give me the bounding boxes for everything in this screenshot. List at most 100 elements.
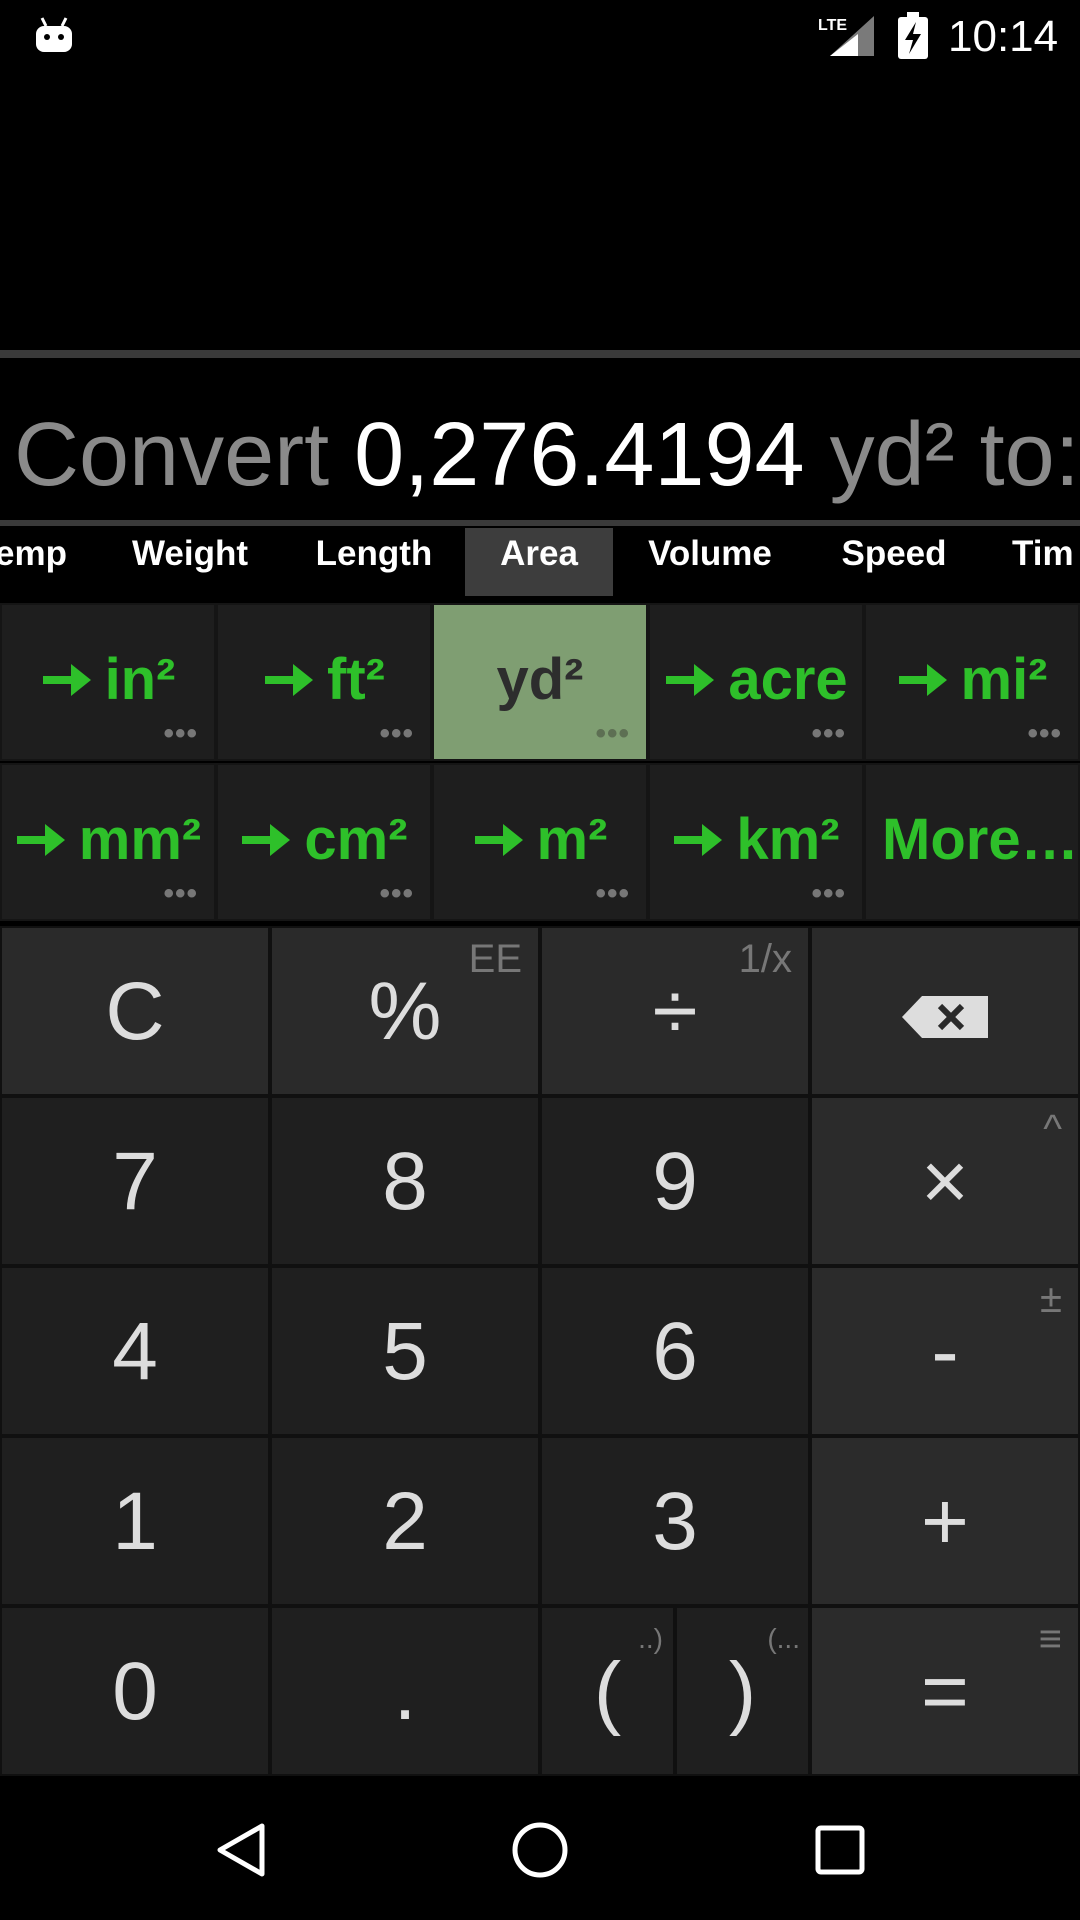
convert-value: 0,276.4194 [354, 405, 805, 505]
more-dots-icon: ••• [163, 717, 198, 750]
unit-button-m2[interactable]: m² ••• [432, 763, 648, 921]
tab-temp[interactable]: emp [0, 528, 76, 596]
minus-label: - [931, 1306, 959, 1397]
unit-label: acre [728, 647, 848, 712]
more-dots-icon: ••• [811, 717, 846, 750]
digit-3-button[interactable]: 3 [540, 1436, 810, 1606]
digit-7-button[interactable]: 7 [0, 1096, 270, 1266]
unit-label: More… [882, 807, 1079, 872]
reciprocal-alt-label: 1/x [738, 937, 792, 981]
display-divider [0, 350, 1080, 358]
arrow-right-icon [242, 823, 291, 856]
convert-prefix: Convert [14, 405, 330, 505]
divide-label: ÷ [652, 966, 698, 1057]
tab-area[interactable]: Area [465, 528, 613, 596]
unit-button-mi2[interactable]: mi² ••• [864, 603, 1080, 761]
history-menu-icon: ≡ [1038, 1617, 1062, 1661]
more-dots-icon: ••• [811, 877, 846, 910]
unit-grid: in² ••• ft² ••• yd² ••• acre ••• mi² •••… [0, 603, 1080, 923]
convert-unit: yd² [829, 405, 955, 505]
digit-5-button[interactable]: 5 [270, 1266, 540, 1436]
digit-8-button[interactable]: 8 [270, 1096, 540, 1266]
more-dots-icon: ••• [379, 717, 414, 750]
unit-button-ft2[interactable]: ft² ••• [216, 603, 432, 761]
more-dots-icon: ••• [595, 877, 630, 910]
digit-4-button[interactable]: 4 [0, 1266, 270, 1436]
backspace-button[interactable] [810, 926, 1080, 1096]
unit-label: yd² [496, 647, 584, 712]
more-dots-icon: ••• [379, 877, 414, 910]
more-dots-icon: ••• [595, 717, 630, 750]
clear-button[interactable]: C [0, 926, 270, 1096]
arrow-right-icon [265, 663, 314, 696]
android-notification-icon [36, 17, 72, 52]
arrow-right-icon [674, 823, 723, 856]
digit-2-button[interactable]: 2 [270, 1436, 540, 1606]
tab-length[interactable]: Length [294, 528, 454, 596]
plus-button[interactable]: + [810, 1436, 1080, 1606]
unit-button-acre[interactable]: acre ••• [648, 603, 864, 761]
unit-button-more[interactable]: More… [864, 763, 1080, 921]
digit-0-button[interactable]: 0 [0, 1606, 270, 1776]
power-alt-label: ^ [1043, 1107, 1062, 1151]
unit-button-km2[interactable]: km² ••• [648, 763, 864, 921]
arrow-right-icon [898, 663, 947, 696]
unit-label: m² [536, 807, 608, 872]
backspace-icon [902, 996, 988, 1039]
decimal-point-button[interactable]: . [270, 1606, 540, 1776]
open-paren-alt-label: ..) [638, 1623, 663, 1654]
divide-button[interactable]: ÷ 1/x [540, 926, 810, 1096]
recents-icon[interactable] [810, 1820, 870, 1880]
unit-label: cm² [304, 807, 408, 872]
percent-label: % [368, 966, 442, 1057]
arrow-right-icon [42, 663, 91, 696]
tab-volume[interactable]: Volume [630, 528, 790, 596]
status-bar: LTE 10:14 [0, 0, 1080, 72]
plus-minus-alt-label: ± [1040, 1277, 1062, 1321]
digit-9-button[interactable]: 9 [540, 1096, 810, 1266]
unit-label: km² [736, 807, 840, 872]
more-dots-icon: ••• [1027, 717, 1062, 750]
clock: 10:14 [948, 12, 1059, 61]
unit-button-yd2[interactable]: yd² ••• [432, 603, 648, 761]
equals-label: = [921, 1646, 969, 1737]
unit-button-cm2[interactable]: cm² ••• [216, 763, 432, 921]
open-paren-button[interactable]: ( ..) [540, 1606, 675, 1776]
arrow-right-icon [474, 823, 523, 856]
arrow-right-icon [666, 663, 715, 696]
battery-charging-icon [898, 12, 928, 59]
equals-button[interactable]: = ≡ [810, 1606, 1080, 1776]
conversion-prompt: Convert 0,276.4194 yd² to: [0, 400, 1080, 510]
result-display [0, 72, 1080, 352]
multiply-button[interactable]: × ^ [810, 1096, 1080, 1266]
convert-suffix: to: [979, 405, 1080, 505]
ee-alt-label: EE [468, 937, 522, 981]
percent-button[interactable]: % EE [270, 926, 540, 1096]
keypad: C % EE ÷ 1/x 7 8 9 × ^ 4 5 6 - ± 1 2 3 +… [0, 926, 1080, 1776]
tab-speed[interactable]: Speed [814, 528, 974, 596]
navigation-bar [0, 1776, 1080, 1920]
tabs-divider [0, 520, 1080, 526]
close-paren-label: ) [728, 1646, 757, 1737]
unit-label: mm² [78, 807, 202, 872]
tab-time[interactable]: Tim [1012, 528, 1080, 596]
unit-button-in2[interactable]: in² ••• [0, 603, 216, 761]
close-paren-alt-label: (... [767, 1623, 800, 1654]
back-icon[interactable] [212, 1820, 272, 1880]
multiply-label: × [921, 1136, 969, 1227]
category-tabs: emp Weight Length Area Volume Speed Tim [0, 528, 1080, 596]
unit-button-mm2[interactable]: mm² ••• [0, 763, 216, 921]
more-dots-icon: ••• [163, 877, 198, 910]
unit-label: mi² [960, 647, 1048, 712]
minus-button[interactable]: - ± [810, 1266, 1080, 1436]
open-paren-label: ( [593, 1646, 622, 1737]
unit-label: in² [104, 647, 176, 712]
arrow-right-icon [16, 823, 65, 856]
svg-text:LTE: LTE [818, 17, 847, 34]
close-paren-button[interactable]: ) (... [675, 1606, 810, 1776]
digit-1-button[interactable]: 1 [0, 1436, 270, 1606]
home-icon[interactable] [510, 1820, 570, 1880]
tab-weight[interactable]: Weight [110, 528, 270, 596]
digit-6-button[interactable]: 6 [540, 1266, 810, 1436]
lte-signal-icon: LTE [818, 16, 874, 56]
